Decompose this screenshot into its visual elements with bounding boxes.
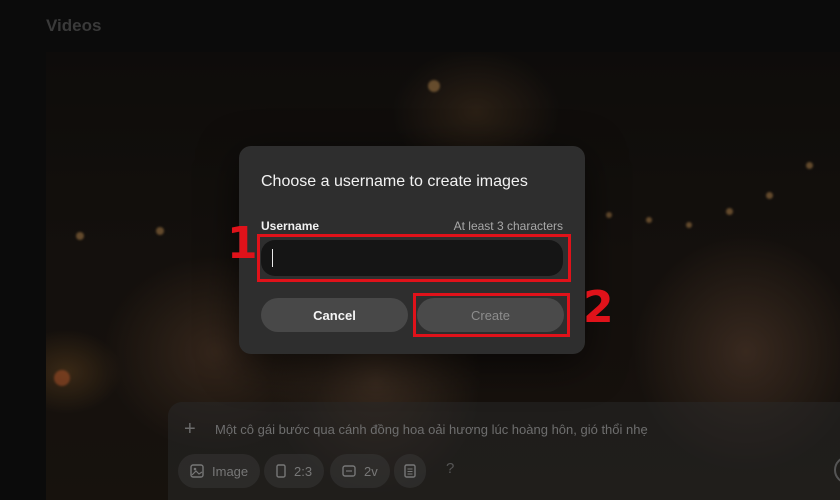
username-label: Username — [261, 219, 320, 233]
video-icon — [342, 465, 356, 477]
prompt-input[interactable]: Một cô gái bước qua cánh đồng hoa oải hư… — [215, 422, 648, 437]
callout-box-create — [413, 293, 570, 337]
dialog-title: Choose a username to create images — [261, 173, 528, 190]
document-icon — [404, 464, 416, 478]
document-chip[interactable] — [394, 454, 426, 488]
callout-number-1: 1 — [227, 218, 258, 269]
callout-box-username — [257, 234, 571, 282]
phone-aspect-icon — [276, 464, 286, 478]
video-count-chip[interactable]: 2v — [330, 454, 390, 488]
image-mode-chip[interactable]: Image — [178, 454, 261, 488]
aspect-ratio-chip[interactable]: 2:3 — [264, 454, 325, 488]
username-hint: At least 3 characters — [453, 219, 563, 233]
image-mode-label: Image — [212, 463, 249, 479]
cancel-button[interactable]: Cancel — [261, 298, 408, 332]
page-title: Videos — [46, 16, 102, 35]
callout-number-2: 2 — [583, 282, 614, 333]
aspect-ratio-label: 2:3 — [294, 463, 313, 479]
plus-icon[interactable]: + — [184, 418, 196, 441]
help-icon[interactable]: ? — [446, 460, 454, 477]
prompt-bar: + Một cô gái bước qua cánh đồng hoa oải … — [168, 402, 840, 500]
image-icon — [190, 464, 204, 478]
video-count-label: 2v — [364, 463, 378, 479]
